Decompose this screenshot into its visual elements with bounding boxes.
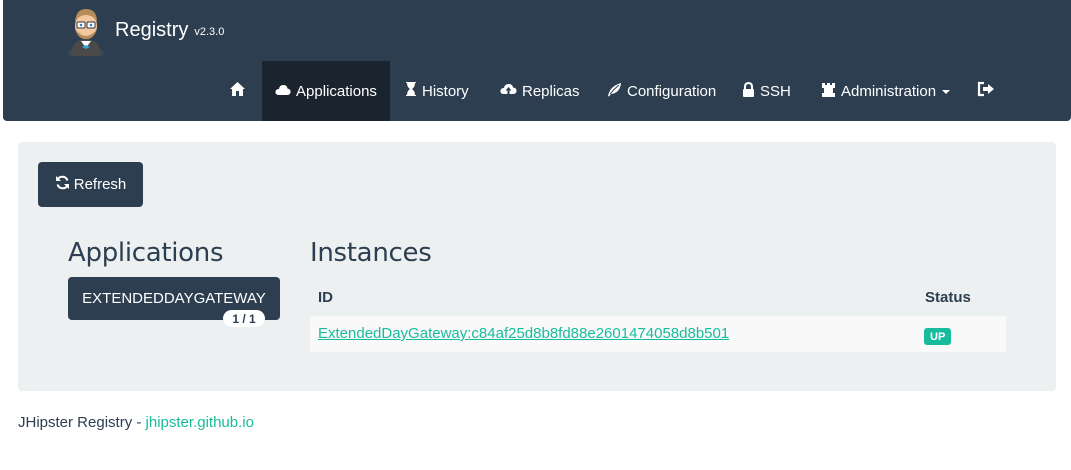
column-header-id: ID xyxy=(318,289,333,306)
status-badge: UP xyxy=(924,328,952,345)
application-name: EXTENDEDDAYGATEWAY xyxy=(82,290,266,307)
refresh-icon xyxy=(55,175,74,194)
table-row: ExtendedDayGateway:c84af25d8b8fd88e26014… xyxy=(310,316,1006,352)
main-content: Refresh Applications EXTENDEDDAYGATEWAY … xyxy=(18,142,1056,391)
nav-configuration-label: Configuration xyxy=(627,82,717,100)
instance-count-badge: 1 / 1 xyxy=(223,310,265,327)
refresh-button[interactable]: Refresh xyxy=(38,162,143,207)
brand-version: v2.3.0 xyxy=(194,26,225,38)
logout-icon xyxy=(977,81,1000,101)
hourglass-icon xyxy=(405,81,422,101)
nav-logout[interactable] xyxy=(969,61,1007,121)
nav-configuration[interactable]: Configuration xyxy=(607,61,717,121)
page: Registry v2.3.0 Applications History Rep… xyxy=(0,0,1071,470)
brand-name: Registry xyxy=(115,19,189,41)
lock-icon xyxy=(742,81,760,101)
nav-administration-label: Administration xyxy=(841,82,937,100)
nav-home[interactable] xyxy=(221,61,259,121)
navbar: Registry v2.3.0 Applications History Rep… xyxy=(3,0,1071,121)
refresh-label: Refresh xyxy=(73,176,127,193)
footer-link[interactable]: jhipster.github.io xyxy=(146,414,254,431)
nav-applications[interactable]: Applications xyxy=(262,61,390,121)
chevron-down-icon xyxy=(942,90,951,94)
footer-text: JHipster Registry - xyxy=(18,414,146,431)
tower-icon xyxy=(821,82,841,101)
footer: JHipster Registry - jhipster.github.io xyxy=(18,414,254,431)
nav-replicas-label: Replicas xyxy=(522,82,580,100)
main-nav: Applications History Replicas Configurat… xyxy=(3,61,1071,121)
cloud-icon xyxy=(275,83,296,100)
home-icon xyxy=(229,81,251,101)
brand[interactable]: Registry v2.3.0 xyxy=(65,6,224,58)
column-header-status: Status xyxy=(925,289,971,306)
nav-applications-label: Applications xyxy=(296,82,377,100)
nav-administration-dropdown[interactable]: Administration xyxy=(821,61,951,121)
nav-history[interactable]: History xyxy=(405,61,477,121)
cloud-upload-icon xyxy=(500,82,522,100)
applications-heading: Applications xyxy=(68,238,224,268)
jhipster-logo xyxy=(65,6,107,58)
leaf-icon xyxy=(607,82,627,101)
instance-id-link[interactable]: ExtendedDayGateway:c84af25d8b8fd88e26014… xyxy=(318,325,729,342)
nav-replicas[interactable]: Replicas xyxy=(500,61,582,121)
instances-table: ID Status ExtendedDayGateway:c84af25d8b8… xyxy=(310,279,1006,352)
nav-ssh-label: SSH xyxy=(760,82,791,100)
nav-history-label: History xyxy=(422,82,469,100)
nav-ssh[interactable]: SSH xyxy=(742,61,794,121)
instances-heading: Instances xyxy=(310,238,432,268)
table-header-row: ID Status xyxy=(310,279,1006,316)
